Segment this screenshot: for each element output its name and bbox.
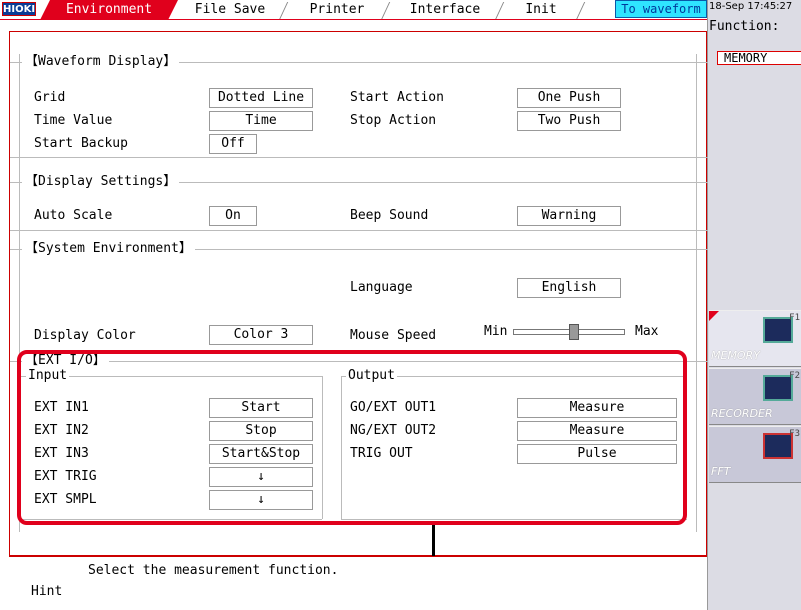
mouse-speed-max-label: Max (635, 324, 659, 339)
tab-init[interactable]: Init (506, 0, 576, 20)
function-value: MEMORY (717, 51, 801, 65)
selected-indicator (709, 311, 719, 321)
display-color-label: Display Color (34, 328, 136, 343)
function-button-memory[interactable]: F1 MEMORY (709, 310, 801, 367)
hioki-logo: HIOKI (2, 2, 36, 16)
tab-file-save[interactable]: File Save (180, 0, 280, 20)
tab-interface[interactable]: Interface (392, 0, 498, 20)
fkey-label: F1 (789, 313, 800, 323)
function-button-label: FFT (711, 465, 731, 478)
grid-value[interactable]: Dotted Line (209, 88, 313, 108)
function-button-fft[interactable]: F3 FFT (709, 426, 801, 483)
function-panel (707, 0, 801, 610)
stop-action-label: Stop Action (350, 113, 437, 128)
section-rule (10, 157, 708, 158)
to-waveform-button[interactable]: To waveform (615, 0, 707, 18)
tab-separator (278, 2, 289, 20)
language-label: Language (350, 280, 413, 295)
mouse-speed-min-label: Min (484, 324, 508, 339)
hint-label: Hint (31, 584, 63, 599)
function-button-label: RECORDER (711, 407, 773, 420)
hint-text: Select the measurement function. (88, 563, 339, 578)
display-color-value[interactable]: Color 3 (209, 325, 313, 345)
start-backup-label: Start Backup (34, 136, 128, 151)
start-backup-value[interactable]: Off (209, 134, 257, 154)
mouse-speed-slider-thumb[interactable] (569, 324, 580, 340)
section-title-waveform-display: 【Waveform Display】 (22, 54, 180, 70)
function-button-recorder[interactable]: F2 RECORDER (709, 368, 801, 425)
section-title-system-environment: 【System Environment】 (22, 241, 195, 257)
right-rail (696, 54, 697, 532)
stop-action-value[interactable]: Two Push (517, 111, 621, 131)
fkey-label: F3 (789, 429, 800, 439)
section-rule (10, 230, 708, 231)
tab-printer[interactable]: Printer (290, 0, 384, 20)
tab-underline (0, 19, 707, 20)
fkey-label: F2 (789, 371, 800, 381)
start-action-value[interactable]: One Push (517, 88, 621, 108)
function-button-label: MEMORY (711, 349, 760, 362)
mouse-speed-label: Mouse Speed (350, 328, 437, 343)
language-value[interactable]: English (517, 278, 621, 298)
section-title-display-settings: 【Display Settings】 (22, 174, 180, 190)
start-action-label: Start Action (350, 90, 444, 105)
auto-scale-value[interactable]: On (209, 206, 257, 226)
tab-bar: HIOKI Environment File Save Printer Inte… (0, 0, 707, 20)
auto-scale-label: Auto Scale (34, 208, 113, 223)
datetime: 18-Sep 17:45:27 (709, 1, 793, 12)
tab-separator (575, 2, 586, 20)
beep-sound-label: Beep Sound (350, 208, 429, 223)
hint-area: Select the measurement function. Hint (9, 556, 707, 610)
beep-sound-value[interactable]: Warning (517, 206, 621, 226)
ext-io-highlight (17, 350, 687, 525)
grid-label: Grid (34, 90, 66, 105)
time-value-value[interactable]: Time (209, 111, 313, 131)
time-value-label: Time Value (34, 113, 113, 128)
function-label: Function: (709, 19, 780, 34)
tab-environment[interactable]: Environment (40, 0, 178, 20)
